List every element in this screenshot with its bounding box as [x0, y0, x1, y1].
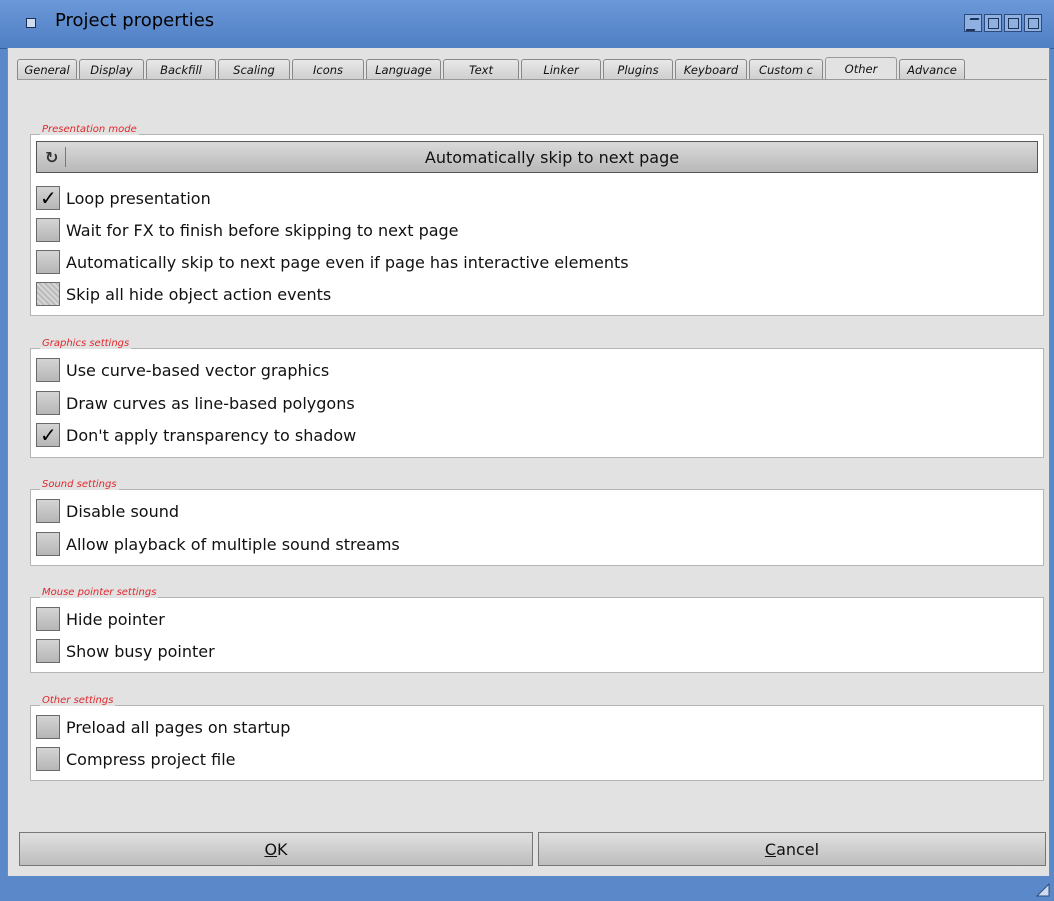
other-settings-box: Preload all pages on startup Compress pr…: [30, 705, 1044, 781]
busy-pointer-row[interactable]: Show busy pointer: [36, 638, 215, 664]
curves-polygons-row[interactable]: Draw curves as line-based polygons: [36, 390, 355, 416]
compress-file-row[interactable]: Compress project file: [36, 746, 236, 772]
auto-skip-interactive-checkbox[interactable]: [36, 250, 60, 274]
skip-hide-events-row[interactable]: Skip all hide object action events: [36, 281, 331, 307]
tab-advanced[interactable]: Advance: [899, 59, 965, 79]
option-label: Skip all hide object action events: [66, 284, 332, 304]
window-gadgets: [964, 14, 1042, 32]
skip-hide-events-checkbox[interactable]: [36, 282, 60, 306]
tab-backfill[interactable]: Backfill: [146, 59, 216, 79]
shadow-transparency-checkbox[interactable]: [36, 423, 60, 447]
tab-general[interactable]: General: [17, 59, 77, 79]
hide-pointer-row[interactable]: Hide pointer: [36, 606, 165, 632]
auto-skip-interactive-row[interactable]: Automatically skip to next page even if …: [36, 249, 629, 275]
option-label: Draw curves as line-based polygons: [66, 393, 355, 413]
curve-vector-checkbox[interactable]: [36, 358, 60, 382]
option-label: Compress project file: [66, 749, 236, 769]
busy-pointer-checkbox[interactable]: [36, 639, 60, 663]
group-label: Sound settings: [40, 479, 119, 490]
option-label: Allow playback of multiple sound streams: [66, 534, 400, 554]
tab-other[interactable]: Other: [825, 57, 897, 79]
disable-sound-checkbox[interactable]: [36, 499, 60, 523]
window-title: Project properties: [55, 10, 215, 31]
preload-pages-checkbox[interactable]: [36, 715, 60, 739]
presentation-mode-box: ↻ Automatically skip to next page Loop p…: [30, 134, 1044, 316]
multiple-streams-row[interactable]: Allow playback of multiple sound streams: [36, 531, 400, 557]
option-label: Preload all pages on startup: [66, 717, 291, 737]
tab-divider: [17, 79, 1047, 80]
cycle-value: Automatically skip to next page: [424, 148, 680, 167]
tab-display[interactable]: Display: [79, 59, 144, 79]
option-label: Automatically skip to next page even if …: [66, 252, 629, 272]
iconify-icon[interactable]: [964, 14, 982, 32]
curves-polygons-checkbox[interactable]: [36, 391, 60, 415]
option-label: Wait for FX to finish before skipping to…: [66, 220, 459, 240]
tab-bar: General Display Backfill Scaling Icons L…: [17, 57, 967, 79]
tab-custom[interactable]: Custom c: [749, 59, 823, 79]
graphics-settings-box: Use curve-based vector graphics Draw cur…: [30, 348, 1044, 458]
hide-pointer-checkbox[interactable]: [36, 607, 60, 631]
maximize-icon[interactable]: [1004, 14, 1022, 32]
sound-settings-box: Disable sound Allow playback of multiple…: [30, 489, 1044, 566]
disable-sound-row[interactable]: Disable sound: [36, 498, 179, 524]
loop-presentation-checkbox[interactable]: [36, 186, 60, 210]
option-label: Loop presentation: [66, 188, 211, 208]
title-bar[interactable]: Project properties: [0, 0, 1054, 49]
group-label: Graphics settings: [40, 338, 132, 349]
tab-linker[interactable]: Linker: [521, 59, 601, 79]
tab-keyboard[interactable]: Keyboard: [675, 59, 747, 79]
close-icon[interactable]: [26, 18, 36, 28]
zoom-icon[interactable]: [984, 14, 1002, 32]
loop-presentation-row[interactable]: Loop presentation: [36, 185, 211, 211]
ok-button[interactable]: OK: [19, 832, 533, 866]
multiple-streams-checkbox[interactable]: [36, 532, 60, 556]
compress-file-checkbox[interactable]: [36, 747, 60, 771]
option-label: Show busy pointer: [66, 641, 215, 661]
cycle-separator: [65, 147, 66, 167]
tab-text[interactable]: Text: [443, 59, 519, 79]
group-label: Other settings: [40, 695, 116, 706]
tab-language[interactable]: Language: [366, 59, 441, 79]
option-label: Use curve-based vector graphics: [66, 360, 330, 380]
cancel-button[interactable]: Cancel: [538, 832, 1046, 866]
tab-scaling[interactable]: Scaling: [218, 59, 290, 79]
curve-vector-row[interactable]: Use curve-based vector graphics: [36, 357, 329, 383]
mouse-pointer-box: Hide pointer Show busy pointer: [30, 597, 1044, 673]
group-label: Mouse pointer settings: [40, 587, 159, 598]
project-properties-window: Project properties General Display Backf…: [0, 0, 1054, 901]
skip-mode-cycle[interactable]: ↻ Automatically skip to next page: [36, 141, 1038, 173]
preload-pages-row[interactable]: Preload all pages on startup: [36, 714, 290, 740]
wait-fx-row[interactable]: Wait for FX to finish before skipping to…: [36, 217, 459, 243]
cycle-icon: ↻: [45, 148, 59, 167]
wait-fx-checkbox[interactable]: [36, 218, 60, 242]
option-label: Don't apply transparency to shadow: [66, 425, 357, 445]
resize-handle-icon[interactable]: [1036, 883, 1050, 897]
depth-icon[interactable]: [1024, 14, 1042, 32]
tab-icons[interactable]: Icons: [292, 59, 364, 79]
tab-plugins[interactable]: Plugins: [603, 59, 673, 79]
group-label: Presentation mode: [40, 124, 139, 135]
option-label: Hide pointer: [66, 609, 165, 629]
shadow-transparency-row[interactable]: Don't apply transparency to shadow: [36, 422, 356, 448]
option-label: Disable sound: [66, 501, 179, 521]
